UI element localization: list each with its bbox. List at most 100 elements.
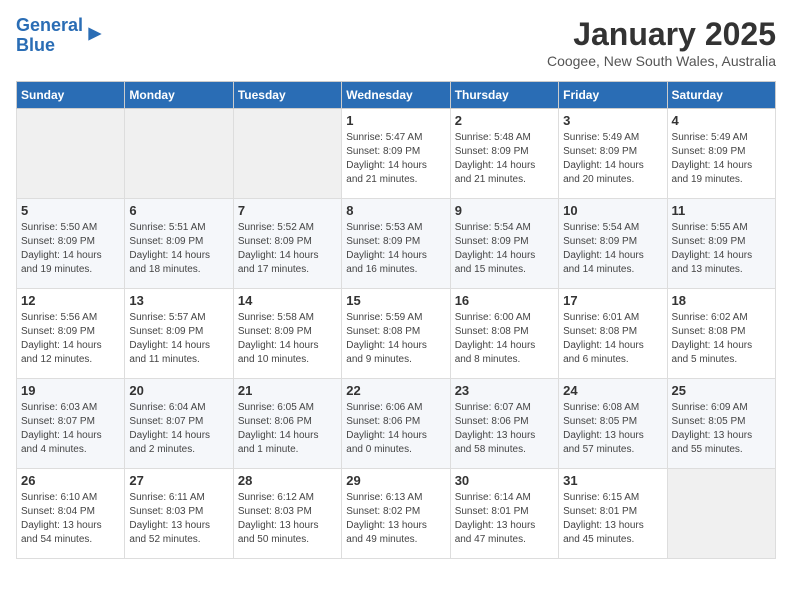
calendar-cell: 26Sunrise: 6:10 AM Sunset: 8:04 PM Dayli… (17, 469, 125, 559)
day-info: Sunrise: 5:49 AM Sunset: 8:09 PM Dayligh… (563, 131, 662, 187)
calendar-cell (233, 109, 341, 199)
calendar-header: SundayMondayTuesdayWednesdayThursdayFrid… (17, 82, 776, 109)
calendar-cell: 29 Sunrise: 6:13 AM Sunset: 8:02 PM Dayli… (342, 469, 450, 559)
day-info: Sunrise: 5:54 AM Sunset: 8:09 PM Dayligh… (563, 221, 662, 277)
day-info: Sunrise: 5:47 AM Sunset: 8:09 PM Dayligh… (346, 131, 445, 187)
day-info: Sunrise: 6:07 AM Sunset: 8:06 PM Dayligh… (455, 401, 554, 457)
calendar-cell: 1 Sunrise: 5:47 AM Sunset: 8:09 PM Daylig… (342, 109, 450, 199)
calendar-cell: 5 Sunrise: 5:50 AM Sunset: 8:09 PM Daylig… (17, 199, 125, 289)
calendar-cell: 14 Sunrise: 5:58 AM Sunset: 8:09 PM Dayli… (233, 289, 341, 379)
day-number: 28 (238, 473, 337, 488)
day-info: Sunrise: 6:09 AM Sunset: 8:05 PM Dayligh… (672, 401, 771, 457)
calendar-cell: 2Sunrise: 5:48 AM Sunset: 8:09 PM Daylig… (450, 109, 558, 199)
calendar-cell: 9 Sunrise: 5:54 AM Sunset: 8:09 PM Daylig… (450, 199, 558, 289)
day-info: Sunrise: 6:01 AM Sunset: 8:08 PM Dayligh… (563, 311, 662, 367)
day-info: Sunrise: 5:51 AM Sunset: 8:09 PM Dayligh… (129, 221, 228, 277)
day-info: Sunrise: 6:04 AM Sunset: 8:07 PM Dayligh… (129, 401, 228, 457)
calendar-cell: 3 Sunrise: 5:49 AM Sunset: 8:09 PM Daylig… (559, 109, 667, 199)
day-number: 10 (563, 203, 662, 218)
day-info: Sunrise: 6:14 AM Sunset: 8:01 PM Dayligh… (455, 491, 554, 547)
day-number: 29 (346, 473, 445, 488)
calendar-cell: 11 Sunrise: 5:55 AM Sunset: 8:09 PM Dayli… (667, 199, 775, 289)
calendar-cell: 8 Sunrise: 5:53 AM Sunset: 8:09 PM Daylig… (342, 199, 450, 289)
calendar-cell: 18 Sunrise: 6:02 AM Sunset: 8:08 PM Dayli… (667, 289, 775, 379)
calendar-cell: 21Sunrise: 6:05 AM Sunset: 8:06 PM Dayli… (233, 379, 341, 469)
weekday-header-monday: Monday (125, 82, 233, 109)
day-number: 23 (455, 383, 554, 398)
logo-icon (85, 24, 105, 44)
day-info: Sunrise: 6:00 AM Sunset: 8:08 PM Dayligh… (455, 311, 554, 367)
day-number: 6 (129, 203, 228, 218)
calendar-cell: 15Sunrise: 5:59 AM Sunset: 8:08 PM Dayli… (342, 289, 450, 379)
day-info: Sunrise: 6:02 AM Sunset: 8:08 PM Dayligh… (672, 311, 771, 367)
calendar-cell: 6 Sunrise: 5:51 AM Sunset: 8:09 PM Daylig… (125, 199, 233, 289)
day-info: Sunrise: 5:58 AM Sunset: 8:09 PM Dayligh… (238, 311, 337, 367)
day-info: Sunrise: 5:57 AM Sunset: 8:09 PM Dayligh… (129, 311, 228, 367)
day-number: 21 (238, 383, 337, 398)
day-number: 2 (455, 113, 554, 128)
logo-text: General Blue (16, 16, 83, 56)
day-info: Sunrise: 5:53 AM Sunset: 8:09 PM Dayligh… (346, 221, 445, 277)
calendar-cell: 10 Sunrise: 5:54 AM Sunset: 8:09 PM Dayli… (559, 199, 667, 289)
day-number: 31 (563, 473, 662, 488)
day-info: Sunrise: 6:03 AM Sunset: 8:07 PM Dayligh… (21, 401, 120, 457)
calendar-title: January 2025 (547, 16, 776, 53)
day-info: Sunrise: 5:52 AM Sunset: 8:09 PM Dayligh… (238, 221, 337, 277)
calendar-cell: 16 Sunrise: 6:00 AM Sunset: 8:08 PM Dayli… (450, 289, 558, 379)
day-info: Sunrise: 5:55 AM Sunset: 8:09 PM Dayligh… (672, 221, 771, 277)
day-number: 24 (563, 383, 662, 398)
day-number: 5 (21, 203, 120, 218)
day-info: Sunrise: 6:12 AM Sunset: 8:03 PM Dayligh… (238, 491, 337, 547)
calendar-week-5: 26Sunrise: 6:10 AM Sunset: 8:04 PM Dayli… (17, 469, 776, 559)
day-number: 11 (672, 203, 771, 218)
day-info: Sunrise: 6:11 AM Sunset: 8:03 PM Dayligh… (129, 491, 228, 547)
calendar-cell: 4 Sunrise: 5:49 AM Sunset: 8:09 PM Daylig… (667, 109, 775, 199)
calendar-cell: 12 Sunrise: 5:56 AM Sunset: 8:09 PM Dayli… (17, 289, 125, 379)
day-info: Sunrise: 6:13 AM Sunset: 8:02 PM Dayligh… (346, 491, 445, 547)
calendar-week-3: 12 Sunrise: 5:56 AM Sunset: 8:09 PM Dayli… (17, 289, 776, 379)
calendar-cell: 20Sunrise: 6:04 AM Sunset: 8:07 PM Dayli… (125, 379, 233, 469)
calendar-cell: 19Sunrise: 6:03 AM Sunset: 8:07 PM Dayli… (17, 379, 125, 469)
day-number: 18 (672, 293, 771, 308)
day-number: 8 (346, 203, 445, 218)
calendar-week-2: 5 Sunrise: 5:50 AM Sunset: 8:09 PM Daylig… (17, 199, 776, 289)
day-info: Sunrise: 5:50 AM Sunset: 8:09 PM Dayligh… (21, 221, 120, 277)
weekday-row: SundayMondayTuesdayWednesdayThursdayFrid… (17, 82, 776, 109)
calendar-body: 1 Sunrise: 5:47 AM Sunset: 8:09 PM Daylig… (17, 109, 776, 559)
calendar-cell: 28 Sunrise: 6:12 AM Sunset: 8:03 PM Dayli… (233, 469, 341, 559)
calendar-subtitle: Coogee, New South Wales, Australia (547, 53, 776, 69)
day-info: Sunrise: 5:49 AM Sunset: 8:09 PM Dayligh… (672, 131, 771, 187)
calendar-cell: 23 Sunrise: 6:07 AM Sunset: 8:06 PM Dayli… (450, 379, 558, 469)
day-number: 3 (563, 113, 662, 128)
calendar-cell: 17Sunrise: 6:01 AM Sunset: 8:08 PM Dayli… (559, 289, 667, 379)
weekday-header-wednesday: Wednesday (342, 82, 450, 109)
day-number: 13 (129, 293, 228, 308)
weekday-header-saturday: Saturday (667, 82, 775, 109)
calendar-cell: 30Sunrise: 6:14 AM Sunset: 8:01 PM Dayli… (450, 469, 558, 559)
calendar-cell: 25Sunrise: 6:09 AM Sunset: 8:05 PM Dayli… (667, 379, 775, 469)
logo: General Blue (16, 16, 105, 56)
day-number: 22 (346, 383, 445, 398)
calendar-cell: 24Sunrise: 6:08 AM Sunset: 8:05 PM Dayli… (559, 379, 667, 469)
page-header: General Blue January 2025 Coogee, New So… (16, 16, 776, 69)
calendar-week-1: 1 Sunrise: 5:47 AM Sunset: 8:09 PM Daylig… (17, 109, 776, 199)
weekday-header-sunday: Sunday (17, 82, 125, 109)
calendar-cell: 22Sunrise: 6:06 AM Sunset: 8:06 PM Dayli… (342, 379, 450, 469)
calendar-cell: 13 Sunrise: 5:57 AM Sunset: 8:09 PM Dayli… (125, 289, 233, 379)
weekday-header-friday: Friday (559, 82, 667, 109)
weekday-header-tuesday: Tuesday (233, 82, 341, 109)
calendar-cell (125, 109, 233, 199)
calendar-cell (667, 469, 775, 559)
day-number: 14 (238, 293, 337, 308)
day-info: Sunrise: 5:54 AM Sunset: 8:09 PM Dayligh… (455, 221, 554, 277)
calendar-week-4: 19Sunrise: 6:03 AM Sunset: 8:07 PM Dayli… (17, 379, 776, 469)
day-number: 1 (346, 113, 445, 128)
day-number: 9 (455, 203, 554, 218)
day-number: 16 (455, 293, 554, 308)
calendar-cell: 27 Sunrise: 6:11 AM Sunset: 8:03 PM Dayli… (125, 469, 233, 559)
day-number: 27 (129, 473, 228, 488)
day-info: Sunrise: 5:56 AM Sunset: 8:09 PM Dayligh… (21, 311, 120, 367)
day-number: 4 (672, 113, 771, 128)
day-number: 12 (21, 293, 120, 308)
weekday-header-thursday: Thursday (450, 82, 558, 109)
